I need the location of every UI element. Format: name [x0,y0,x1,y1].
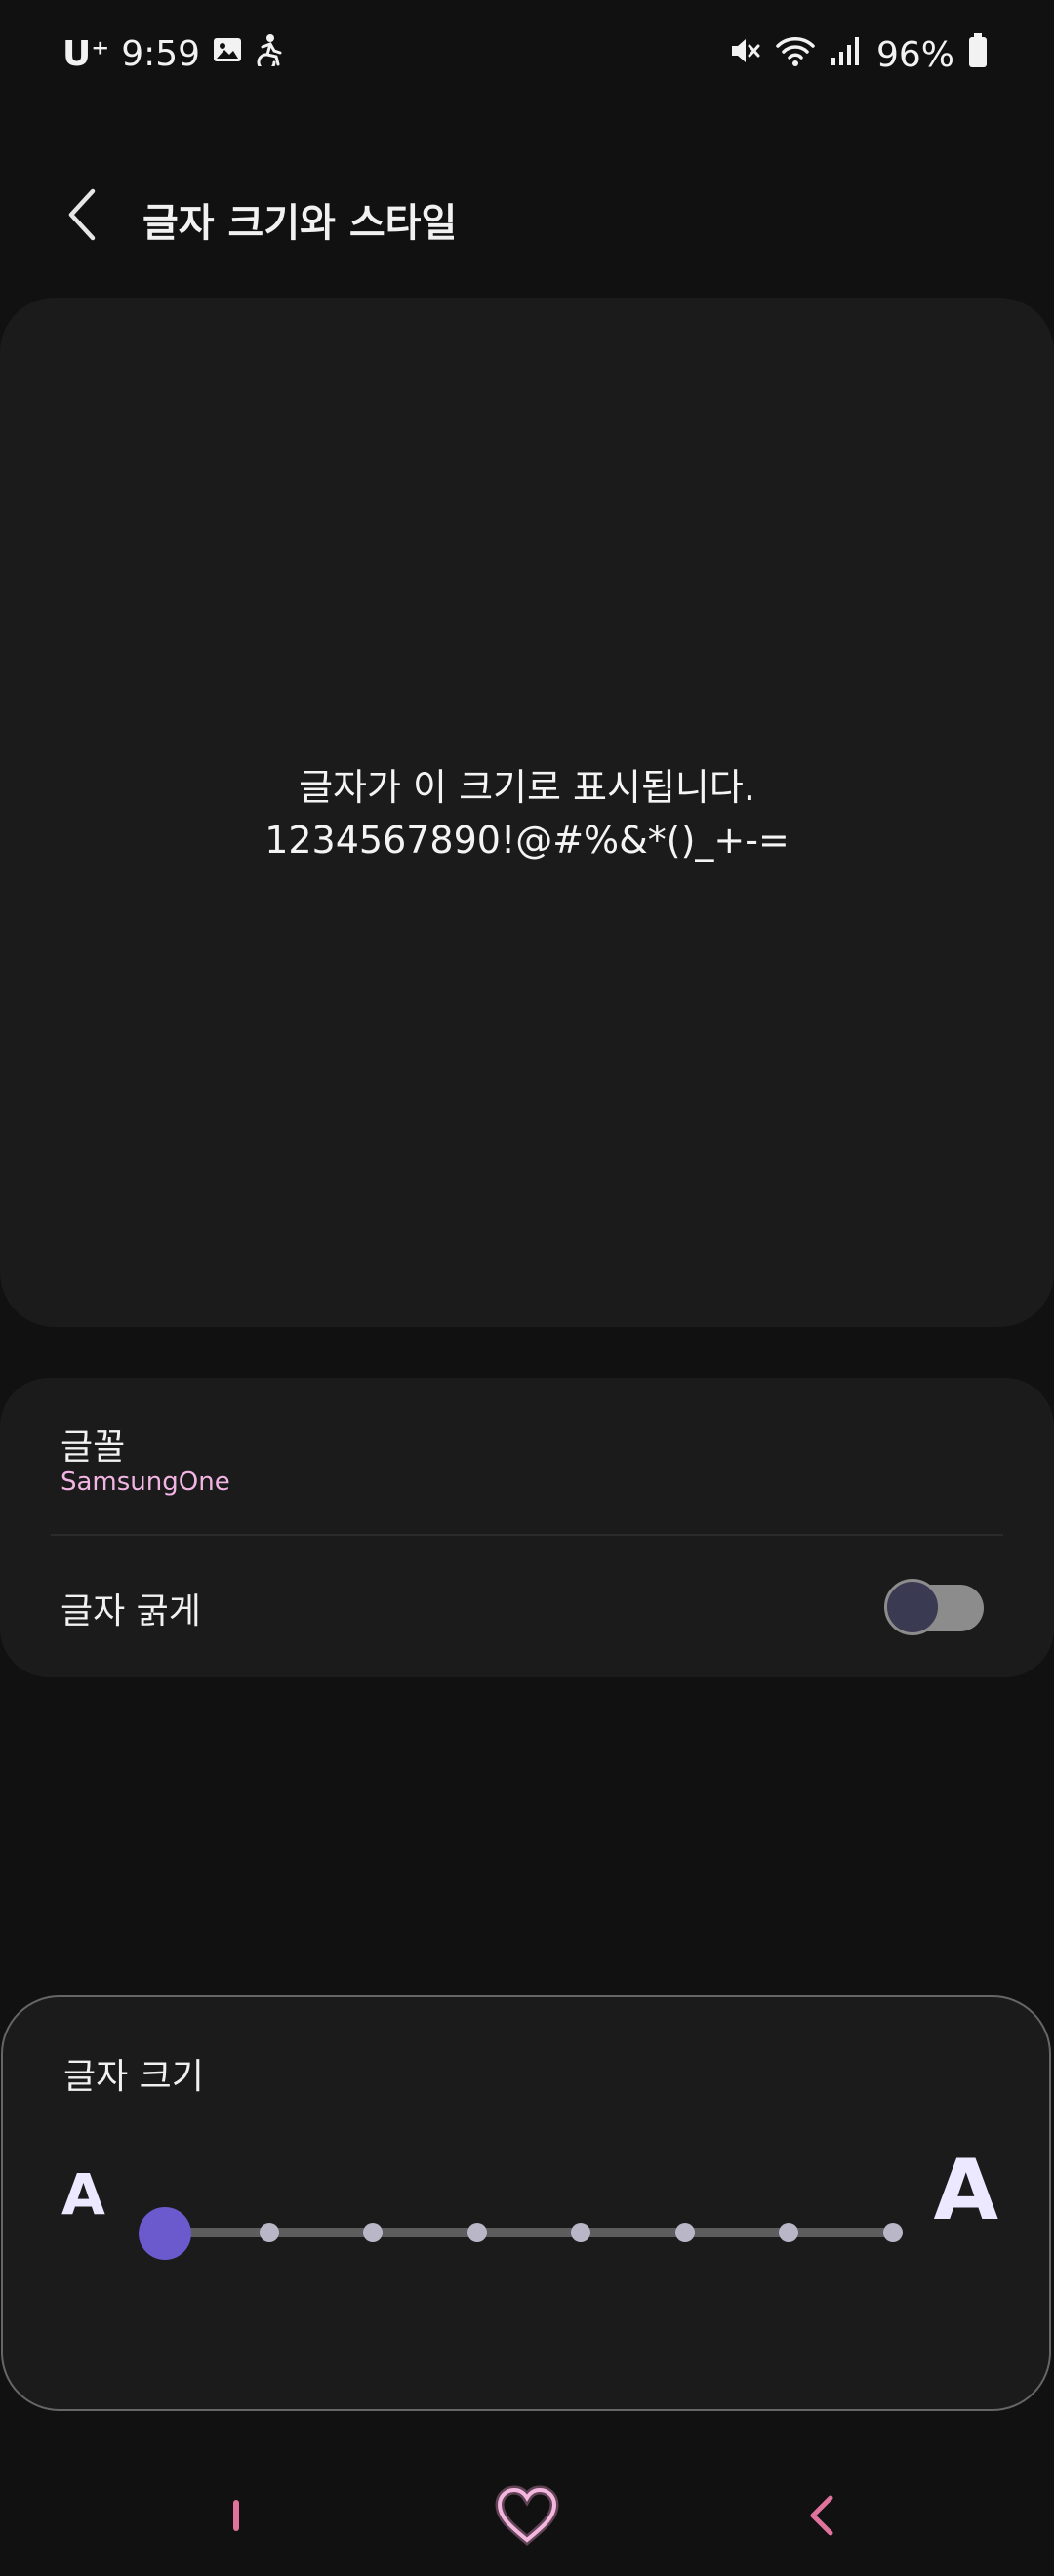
battery-icon [968,33,988,77]
app-bar: 글자 크기와 스타일 [0,164,1054,269]
preview-line-1: 글자가 이 크기로 표시됩니다. [299,766,755,809]
font-size-slider[interactable] [139,2204,903,2263]
nav-back-button[interactable] [763,2474,880,2561]
wifi-icon [775,34,816,76]
font-setting-value: SamsungOne [61,1468,230,1497]
chevron-left-icon [65,187,99,246]
font-size-min-label[interactable]: A [61,2161,105,2228]
status-bar: U⁺ 9:59 96% [0,0,1054,115]
battery-label: 96% [875,35,954,75]
slider-thumb[interactable] [139,2207,191,2260]
bold-text-title: 글자 굵게 [61,1591,201,1631]
bold-text-toggle[interactable] [884,1579,984,1635]
carrier-label: U⁺ [62,34,110,74]
settings-card: 글꼴 SamsungOne 글자 굵게 [0,1378,1054,1677]
signal-icon [830,34,863,76]
font-setting-row[interactable]: 글꼴 SamsungOne [0,1378,1054,1534]
home-button[interactable] [468,2474,586,2561]
text-preview-card: 글자가 이 크기로 표시됩니다. 1234567890!@#%&*()_+-= [0,298,1054,1327]
back-icon [807,2494,836,2541]
gallery-icon [212,34,243,74]
slider-tick[interactable] [883,2223,903,2242]
slider-tick[interactable] [259,2223,279,2242]
slider-tick[interactable] [466,2223,487,2242]
home-icon [493,2485,561,2550]
time-label: 9:59 [121,34,201,74]
slider-tick[interactable] [571,2223,591,2242]
slider-tick[interactable] [779,2223,799,2242]
back-button[interactable] [55,183,109,250]
font-size-panel: 글자 크기 A A [1,1995,1051,2411]
slider-tick[interactable] [363,2223,384,2242]
preview-text: 글자가 이 크기로 표시됩니다. 1234567890!@#%&*()_+-= [0,761,1054,866]
toggle-knob [884,1579,941,1635]
accessibility-icon [255,33,284,75]
bold-text-row[interactable]: 글자 굵게 [0,1536,1054,1677]
recents-icon [230,2496,242,2539]
recents-button[interactable] [178,2474,295,2561]
navigation-bar [0,2474,1054,2561]
slider-tick[interactable] [674,2223,695,2242]
mute-icon [728,34,761,76]
font-setting-title: 글꼴 [61,1428,126,1468]
font-size-max-label[interactable]: A [933,2142,998,2239]
font-size-title: 글자 크기 [63,2057,204,2097]
preview-line-2: 1234567890!@#%&*()_+-= [264,819,790,862]
page-title: 글자 크기와 스타일 [142,201,458,246]
